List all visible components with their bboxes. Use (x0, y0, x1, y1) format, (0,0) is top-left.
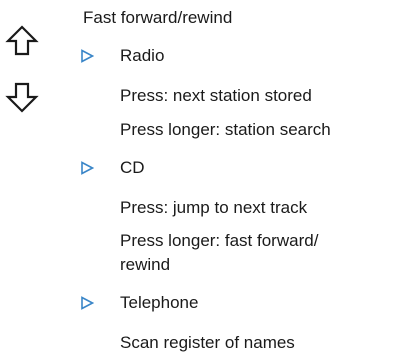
instruction-line: Press longer: station search (120, 120, 331, 139)
arrow-up-outline-icon (5, 24, 39, 58)
page-heading: Fast forward/rewind (83, 8, 233, 27)
triangle-right-outline-icon (80, 49, 94, 63)
arrow-down-outline-icon (5, 80, 39, 114)
section-label: Radio (120, 46, 165, 65)
section-label: CD (120, 158, 145, 177)
instruction-line: Scan register of names (120, 333, 295, 352)
instruction-line: Press: jump to next track (120, 198, 308, 217)
triangle-right-outline-icon (80, 161, 94, 175)
instruction-line: Press: next station stored (120, 86, 312, 105)
triangle-right-outline-icon (80, 296, 94, 310)
instruction-line: rewind (120, 255, 171, 274)
instruction-line: Press longer: fast forward/ (120, 231, 319, 250)
section-label: Telephone (120, 293, 199, 312)
